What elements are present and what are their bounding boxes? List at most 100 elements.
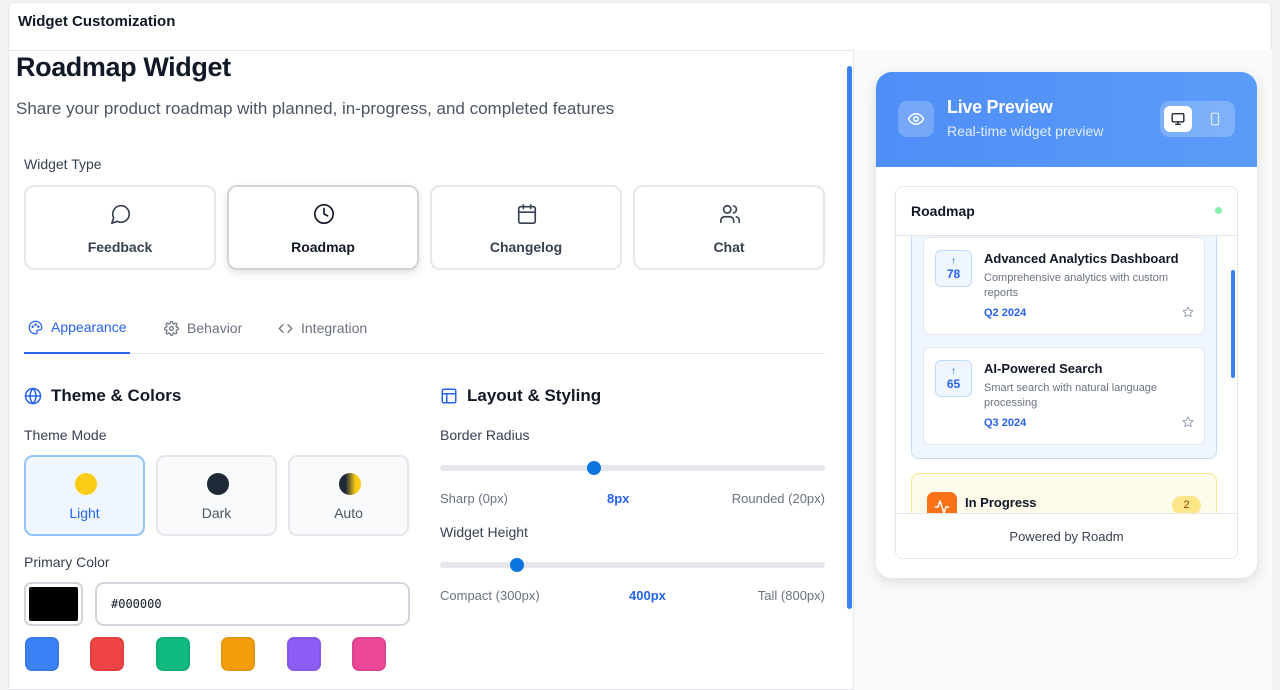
item-title: AI-Powered Search: [984, 361, 1103, 376]
roadmap-item[interactable]: ↑ 65 AI-Powered Search Smart search with…: [923, 347, 1205, 445]
item-quarter: Q2 2024: [984, 307, 1027, 319]
preset-color-green[interactable]: [156, 637, 190, 671]
widget-title: Roadmap: [911, 203, 975, 219]
star-icon[interactable]: [1182, 306, 1194, 318]
upvote-button[interactable]: ↑ 65: [935, 360, 972, 397]
border-radius-label: Border Radius: [440, 427, 530, 443]
widget-body: ↑ 78 Advanced Analytics Dashboard Compre…: [896, 236, 1237, 513]
settings-tabs: Appearance Behavior Integration: [24, 302, 825, 354]
mobile-view-button[interactable]: [1201, 106, 1229, 132]
group-count-badge: 2: [1172, 496, 1201, 513]
main-scrollbar[interactable]: [847, 66, 852, 609]
widget-type-roadmap[interactable]: Roadmap: [227, 185, 419, 270]
theme-mode-label: Light: [69, 505, 100, 521]
widget-type-label: Changelog: [489, 239, 563, 255]
widget-height-scale: Compact (300px) 400px Tall (800px): [440, 588, 825, 603]
theme-mode-dark[interactable]: Dark: [156, 455, 277, 536]
slider-max-label: Tall (800px): [757, 588, 825, 603]
slider-value: 8px: [607, 491, 630, 506]
planned-group: ↑ 78 Advanced Analytics Dashboard Compre…: [911, 236, 1217, 459]
preset-color-pink[interactable]: [352, 637, 386, 671]
roadmap-item[interactable]: ↑ 78 Advanced Analytics Dashboard Compre…: [923, 237, 1205, 335]
tab-label: Integration: [301, 320, 368, 336]
widget-type-feedback[interactable]: Feedback: [24, 185, 216, 270]
online-status-dot: [1215, 207, 1222, 214]
theme-mode-label: Dark: [201, 505, 232, 521]
window-title: Widget Customization: [9, 3, 1271, 51]
widget-height-slider[interactable]: [440, 562, 825, 568]
roadmap-widget: Roadmap ↑ 78 Advanced Analytics Dashboar…: [895, 186, 1238, 559]
section-title-text: Layout & Styling: [467, 386, 602, 405]
gear-icon: [164, 320, 179, 336]
calendar-icon: [517, 204, 537, 224]
upvote-button[interactable]: ↑ 78: [935, 250, 972, 287]
in-progress-group[interactable]: In Progress 2: [911, 473, 1217, 513]
tab-appearance[interactable]: Appearance: [24, 302, 130, 354]
star-icon[interactable]: [1182, 416, 1194, 428]
preset-color-blue[interactable]: [25, 637, 59, 671]
widget-scrollbar[interactable]: [1231, 270, 1235, 378]
clock-icon: [314, 204, 334, 224]
item-description: Smart search with natural language proce…: [984, 382, 1158, 409]
widget-height-label: Widget Height: [440, 524, 528, 540]
theme-mode-label: Auto: [334, 505, 363, 521]
layout-icon: [441, 388, 457, 404]
slider-max-label: Rounded (20px): [731, 491, 825, 506]
border-radius-scale: Sharp (0px) 8px Rounded (20px): [440, 491, 825, 506]
page-title: Roadmap Widget: [16, 52, 231, 82]
section-title-text: Theme & Colors: [51, 386, 182, 405]
widget-footer: Powered by Roadm: [896, 513, 1237, 558]
code-icon: [278, 323, 293, 333]
auto-theme-icon: [339, 473, 361, 495]
palette-icon: [28, 320, 43, 334]
vote-count: 78: [946, 267, 961, 281]
theme-section-title: Theme & Colors: [24, 386, 181, 406]
theme-mode-auto[interactable]: Auto: [288, 455, 409, 536]
users-icon: [720, 204, 740, 224]
tab-behavior[interactable]: Behavior: [164, 302, 242, 354]
tab-integration[interactable]: Integration: [278, 302, 367, 354]
smartphone-icon: [1210, 112, 1220, 126]
item-title: Advanced Analytics Dashboard: [984, 251, 1179, 266]
primary-color-label: Primary Color: [24, 554, 110, 570]
group-title: In Progress: [965, 495, 1037, 510]
tab-label: Behavior: [187, 320, 243, 336]
primary-color-fill: [29, 587, 78, 621]
widget-type-label: Roadmap: [291, 239, 355, 255]
primary-color-hex-input[interactable]: [95, 582, 410, 626]
monitor-icon: [1171, 113, 1185, 125]
preset-color-purple[interactable]: [287, 637, 321, 671]
desktop-view-button[interactable]: [1164, 106, 1192, 132]
theme-mode-label: Theme Mode: [24, 427, 107, 443]
preview-title: Live Preview: [947, 97, 1053, 117]
border-radius-slider-thumb[interactable]: [587, 461, 601, 475]
preset-color-amber[interactable]: [221, 637, 255, 671]
widget-type-label: Feedback: [87, 239, 153, 255]
vote-count: 65: [946, 377, 961, 391]
tab-label: Appearance: [51, 319, 127, 335]
widget-type-label: Widget Type: [24, 156, 102, 172]
widget-type-chat[interactable]: Chat: [633, 185, 825, 270]
page-subtitle: Share your product roadmap with planned,…: [16, 99, 615, 118]
message-circle-icon: [111, 204, 131, 224]
layout-section-title: Layout & Styling: [440, 386, 601, 406]
activity-icon: [927, 492, 957, 513]
eye-icon: [898, 101, 934, 137]
widget-type-changelog[interactable]: Changelog: [430, 185, 622, 270]
theme-mode-light[interactable]: Light: [24, 455, 145, 536]
preview-header: Live Preview Real-time widget preview: [876, 72, 1257, 167]
widget-type-label: Chat: [713, 239, 745, 255]
live-preview-card: Live Preview Real-time widget preview Ro…: [876, 72, 1257, 578]
moon-icon: [207, 473, 229, 495]
item-description: Comprehensive analytics with custom repo…: [984, 272, 1169, 299]
globe-icon: [24, 387, 42, 405]
widget-header: Roadmap: [896, 187, 1237, 236]
border-radius-slider[interactable]: [440, 465, 825, 471]
slider-min-label: Compact (300px): [440, 588, 540, 603]
preview-subtitle: Real-time widget preview: [947, 123, 1104, 139]
widget-height-slider-thumb[interactable]: [510, 558, 524, 572]
slider-value: 400px: [629, 588, 666, 603]
preset-color-red[interactable]: [90, 637, 124, 671]
primary-color-picker[interactable]: [24, 582, 83, 626]
device-toggle: [1160, 101, 1235, 137]
